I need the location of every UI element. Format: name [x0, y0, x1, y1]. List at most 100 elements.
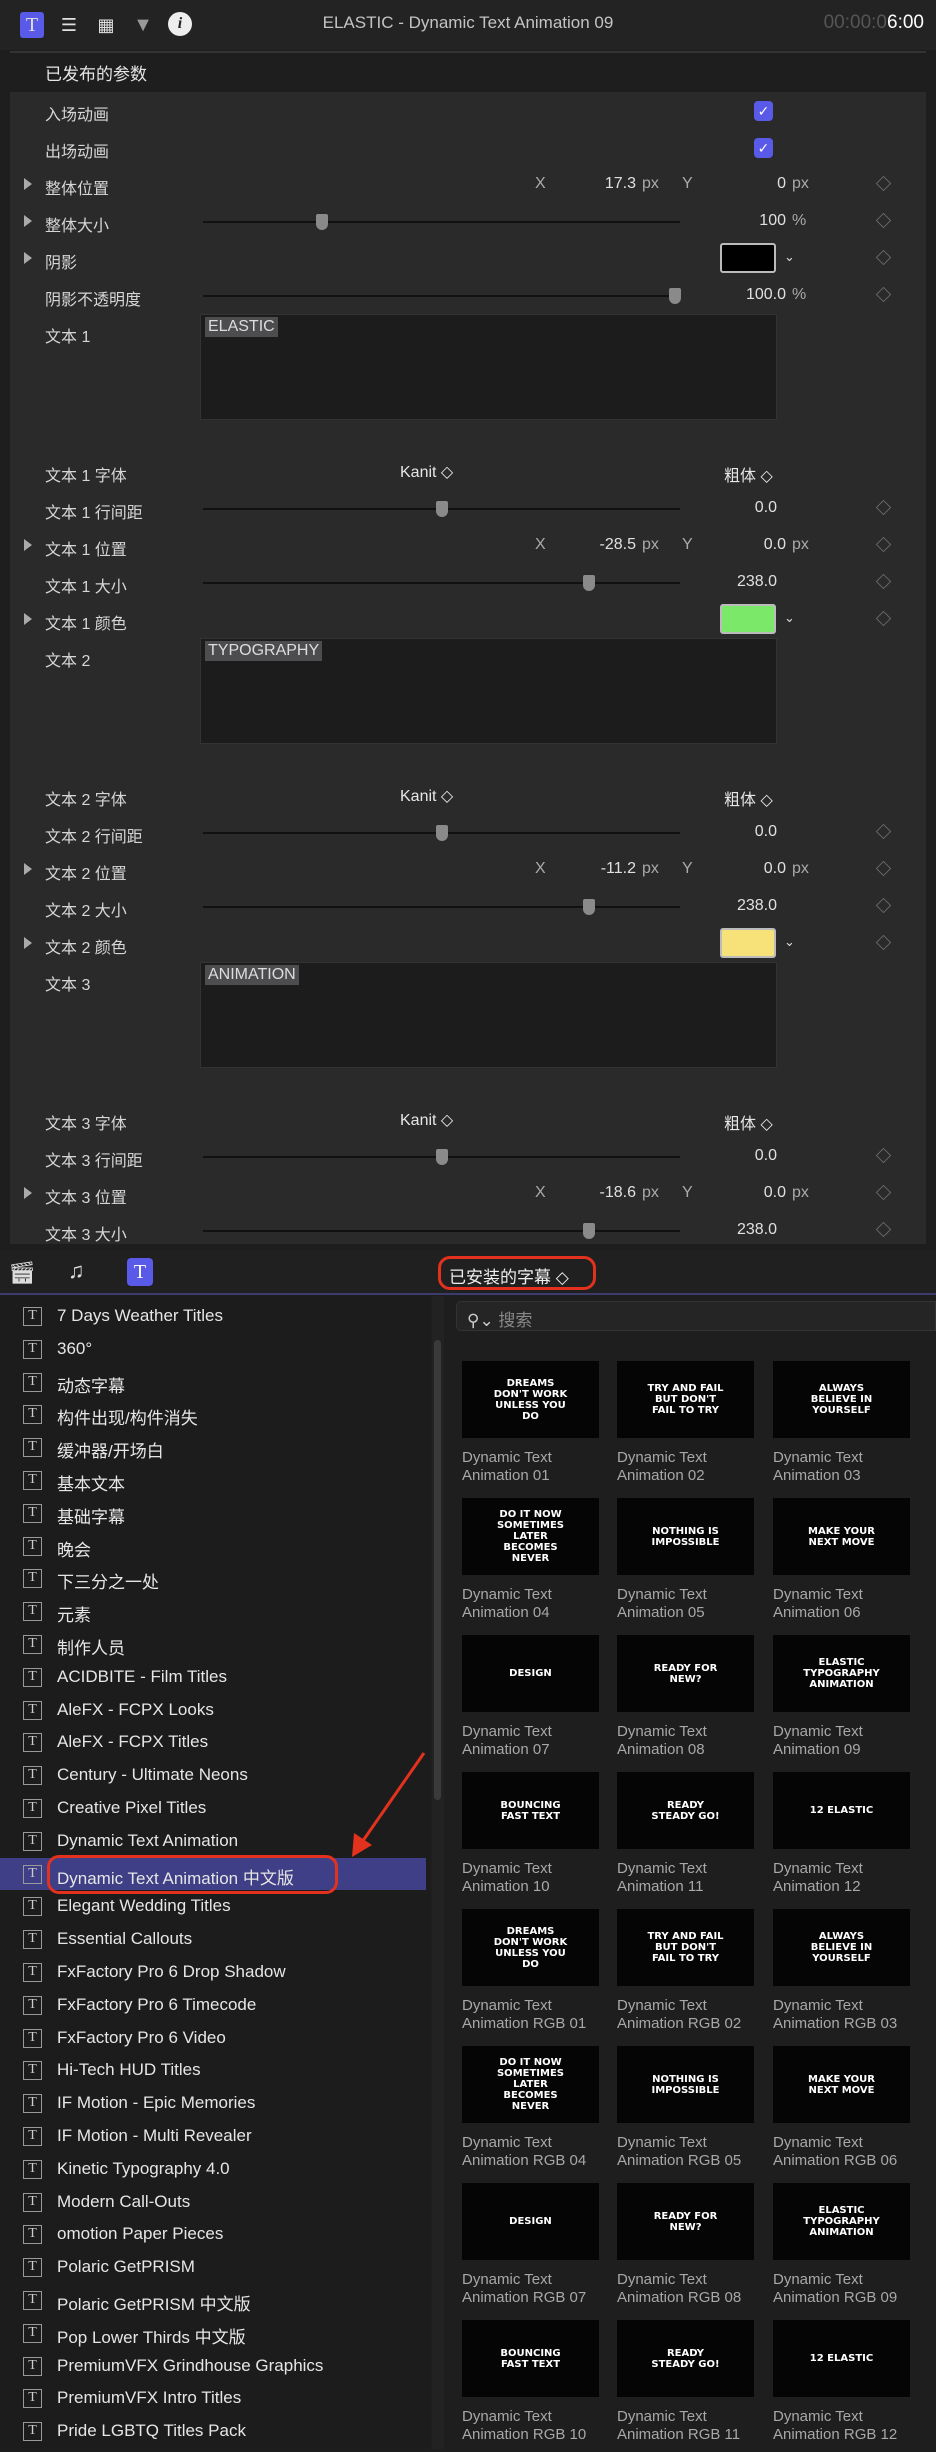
- scrollbar-thumb[interactable]: [434, 1340, 441, 1800]
- keyframe-diamond-icon[interactable]: [875, 1184, 892, 1201]
- keyframe-diamond-icon[interactable]: [875, 536, 892, 553]
- title-item[interactable]: MAKE YOUR NEXT MOVE Dynamic Text Animation…: [773, 1498, 913, 1630]
- title-item[interactable]: READY FOR NEW? Dynamic Text Animation RGB …: [617, 2183, 757, 2315]
- keyframe-diamond-icon[interactable]: [875, 175, 892, 192]
- category-item[interactable]: T 7 Days Weather Titles: [0, 1300, 426, 1332]
- category-item[interactable]: T FxFactory Pro 6 Drop Shadow: [0, 1956, 426, 1988]
- title-item[interactable]: BOUNCING FAST TEXT Dynamic Text Animation …: [462, 1772, 602, 1904]
- keyframe-diamond-icon[interactable]: [875, 897, 892, 914]
- text-field[interactable]: ANIMATION: [200, 962, 777, 1068]
- text-value[interactable]: ELASTIC: [205, 317, 278, 337]
- title-item[interactable]: NOTHING IS IMPOSSIBLE Dynamic Text Animati…: [617, 1498, 757, 1630]
- font-style-select[interactable]: 粗体 ◇: [724, 462, 773, 486]
- category-item[interactable]: T IF Motion - Epic Memories: [0, 2087, 426, 2119]
- category-item[interactable]: T IF Motion - Multi Revealer: [0, 2120, 426, 2152]
- title-item[interactable]: READY STEADY GO! Dynamic Text Animation RG…: [617, 2320, 757, 2452]
- category-item[interactable]: T AleFX - FCPX Looks: [0, 1694, 426, 1726]
- category-item[interactable]: T Hi-Tech HUD Titles: [0, 2054, 426, 2086]
- disclosure-triangle-icon[interactable]: [24, 539, 32, 551]
- title-item[interactable]: DREAMS DON'T WORK UNLESS YOU DO Dynamic T…: [462, 1909, 602, 2041]
- category-item[interactable]: T 360°: [0, 1333, 426, 1365]
- category-item[interactable]: T 下三分之一处: [0, 1562, 426, 1594]
- disclosure-triangle-icon[interactable]: [24, 1187, 32, 1199]
- installed-titles-dropdown[interactable]: 已安装的字幕 ◇: [438, 1256, 596, 1290]
- keyframe-diamond-icon[interactable]: [875, 610, 892, 627]
- keyframe-diamond-icon[interactable]: [875, 823, 892, 840]
- y-value[interactable]: 0.0: [764, 1184, 786, 1202]
- keyframe-diamond-icon[interactable]: [875, 934, 892, 951]
- title-item[interactable]: DESIGN Dynamic Text Animation RGB 07: [462, 2183, 602, 2315]
- font-select[interactable]: Kanit ◇: [400, 462, 453, 482]
- text-field[interactable]: ELASTIC: [200, 314, 777, 420]
- param-value[interactable]: 100: [759, 212, 786, 230]
- font-style-select[interactable]: 粗体 ◇: [724, 1110, 773, 1134]
- keyframe-diamond-icon[interactable]: [875, 573, 892, 590]
- param-value[interactable]: 238.0: [737, 897, 777, 915]
- text-value[interactable]: ANIMATION: [205, 965, 299, 985]
- slider-thumb[interactable]: [669, 288, 682, 304]
- disclosure-triangle-icon[interactable]: [24, 178, 32, 190]
- x-value[interactable]: -11.2: [601, 860, 636, 878]
- category-item[interactable]: T Essential Callouts: [0, 1923, 426, 1955]
- title-item[interactable]: NOTHING IS IMPOSSIBLE Dynamic Text Animati…: [617, 2046, 757, 2178]
- keyframe-diamond-icon[interactable]: [875, 249, 892, 266]
- slider-thumb[interactable]: [316, 214, 329, 230]
- title-item[interactable]: 12 ELASTIC Dynamic Text Animation RGB 12: [773, 2320, 913, 2452]
- slider-track[interactable]: [203, 582, 680, 584]
- param-value[interactable]: 238.0: [737, 1221, 777, 1239]
- font-select[interactable]: Kanit ◇: [400, 1110, 453, 1130]
- keyframe-diamond-icon[interactable]: [875, 1221, 892, 1238]
- keyframe-diamond-icon[interactable]: [875, 212, 892, 229]
- disclosure-triangle-icon[interactable]: [24, 215, 32, 227]
- clapper-icon[interactable]: 🎬︎: [8, 1260, 36, 1286]
- x-value[interactable]: -18.6: [600, 1184, 636, 1202]
- param-value[interactable]: 0.0: [755, 1147, 777, 1165]
- title-item[interactable]: ELASTIC TYPOGRAPHY ANIMATION Dynamic Text…: [773, 2183, 913, 2315]
- slider-thumb[interactable]: [435, 501, 448, 517]
- slider-thumb[interactable]: [435, 1149, 448, 1165]
- category-item[interactable]: T Elegant Wedding Titles: [0, 1890, 426, 1922]
- chevron-down-icon[interactable]: ⌄: [784, 249, 795, 265]
- title-item[interactable]: DESIGN Dynamic Text Animation 07: [462, 1635, 602, 1767]
- titles-icon[interactable]: T: [127, 1258, 153, 1286]
- slider-track[interactable]: [203, 906, 680, 908]
- keyframe-diamond-icon[interactable]: [875, 286, 892, 303]
- category-item[interactable]: T 基础字幕: [0, 1497, 426, 1529]
- color-swatch[interactable]: [720, 604, 776, 634]
- category-item[interactable]: T ACIDBITE - Film Titles: [0, 1661, 426, 1693]
- title-item[interactable]: ALWAYS BELIEVE IN YOURSELF Dynamic Text An…: [773, 1909, 913, 2041]
- x-value[interactable]: 17.3: [605, 175, 636, 193]
- checkbox[interactable]: ✓: [754, 138, 773, 158]
- slider-thumb[interactable]: [435, 825, 448, 841]
- category-item[interactable]: T Pop Lower Thirds 中文版: [0, 2317, 426, 2349]
- title-item[interactable]: BOUNCING FAST TEXT Dynamic Text Animation …: [462, 2320, 602, 2452]
- y-value[interactable]: 0.0: [764, 536, 786, 554]
- slider-track[interactable]: [203, 1230, 680, 1232]
- param-value[interactable]: 0.0: [755, 823, 777, 841]
- disclosure-triangle-icon[interactable]: [24, 863, 32, 875]
- category-item[interactable]: T 构件出现/构件消失: [0, 1398, 426, 1430]
- keyframe-diamond-icon[interactable]: [875, 860, 892, 877]
- slider-thumb[interactable]: [583, 1223, 596, 1239]
- category-item[interactable]: T FxFactory Pro 6 Timecode: [0, 1989, 426, 2021]
- title-item[interactable]: READY STEADY GO! Dynamic Text Animation 11: [617, 1772, 757, 1904]
- category-item[interactable]: T 缓冲器/开场白: [0, 1431, 426, 1463]
- text-value[interactable]: TYPOGRAPHY: [205, 641, 323, 661]
- color-swatch[interactable]: [720, 928, 776, 958]
- category-item[interactable]: T 动态字幕: [0, 1366, 426, 1398]
- y-value[interactable]: 0: [777, 175, 786, 193]
- category-item[interactable]: T 制作人员: [0, 1628, 426, 1660]
- param-value[interactable]: 100.0: [746, 286, 786, 304]
- category-item[interactable]: T Pride LGBTQ Titles Pack: [0, 2415, 426, 2447]
- chevron-down-icon[interactable]: ⌄: [784, 610, 795, 626]
- color-swatch[interactable]: [720, 243, 776, 273]
- category-item[interactable]: T 元素: [0, 1595, 426, 1627]
- y-value[interactable]: 0.0: [764, 860, 786, 878]
- category-item[interactable]: T Polaric GetPRISM: [0, 2251, 426, 2283]
- font-style-select[interactable]: 粗体 ◇: [724, 786, 773, 810]
- font-select[interactable]: Kanit ◇: [400, 786, 453, 806]
- category-item[interactable]: T PremiumVFX Grindhouse Graphics: [0, 2350, 426, 2382]
- category-item[interactable]: Tomotion Paper Pieces: [0, 2218, 426, 2250]
- param-value[interactable]: 0.0: [755, 499, 777, 517]
- slider-thumb[interactable]: [583, 899, 596, 915]
